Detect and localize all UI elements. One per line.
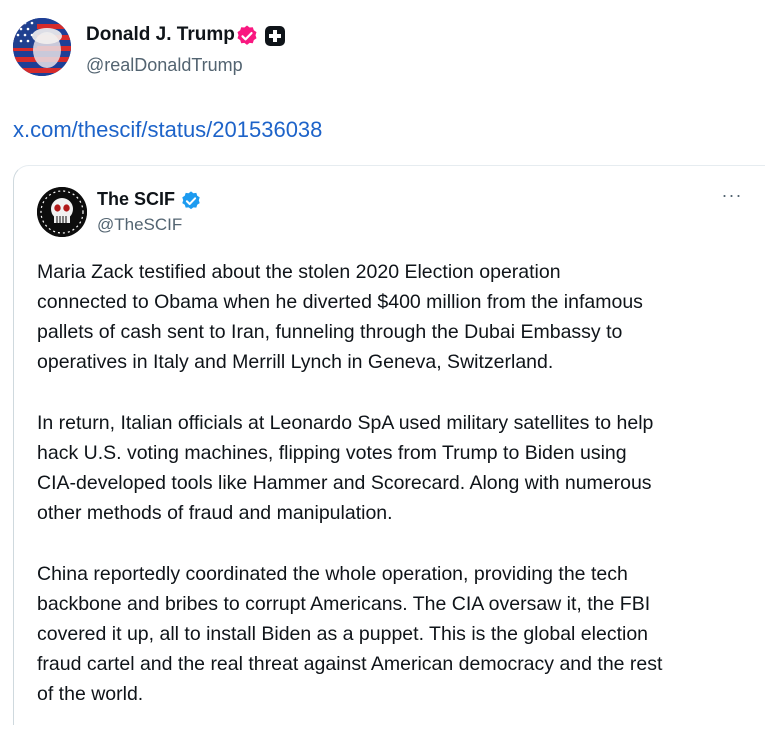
verified-badge-icon[interactable]	[180, 190, 202, 212]
quoted-author-name[interactable]: The SCIF	[97, 189, 175, 210]
quoted-post-card[interactable]: The SCIF @TheSCIF ··· Maria Zack testifi…	[13, 165, 765, 725]
author-name[interactable]: Donald J. Trump	[86, 24, 235, 46]
more-options-icon[interactable]: ···	[718, 186, 746, 208]
verified-badge-icon[interactable]	[235, 24, 259, 48]
quoted-post-paragraph: China reportedly coordinated the whole o…	[37, 563, 663, 705]
quoted-post-paragraph: Maria Zack testified about the stolen 20…	[37, 261, 643, 373]
government-affiliation-icon[interactable]	[264, 25, 286, 47]
author-handle[interactable]: @realDonaldTrump	[86, 55, 243, 76]
quoted-author-avatar[interactable]	[37, 187, 87, 237]
quoted-post-paragraph: In return, Italian officials at Leonardo…	[37, 412, 654, 524]
quoted-post-text: Maria Zack testified about the stolen 20…	[37, 257, 757, 740]
quoted-author-handle[interactable]: @TheSCIF	[97, 215, 182, 235]
post-header: Donald J. Trump @realDonaldTrump	[13, 18, 753, 80]
author-avatar[interactable]	[13, 18, 71, 76]
quoted-post-link[interactable]: x.com/thescif/status/201536038	[13, 117, 322, 143]
